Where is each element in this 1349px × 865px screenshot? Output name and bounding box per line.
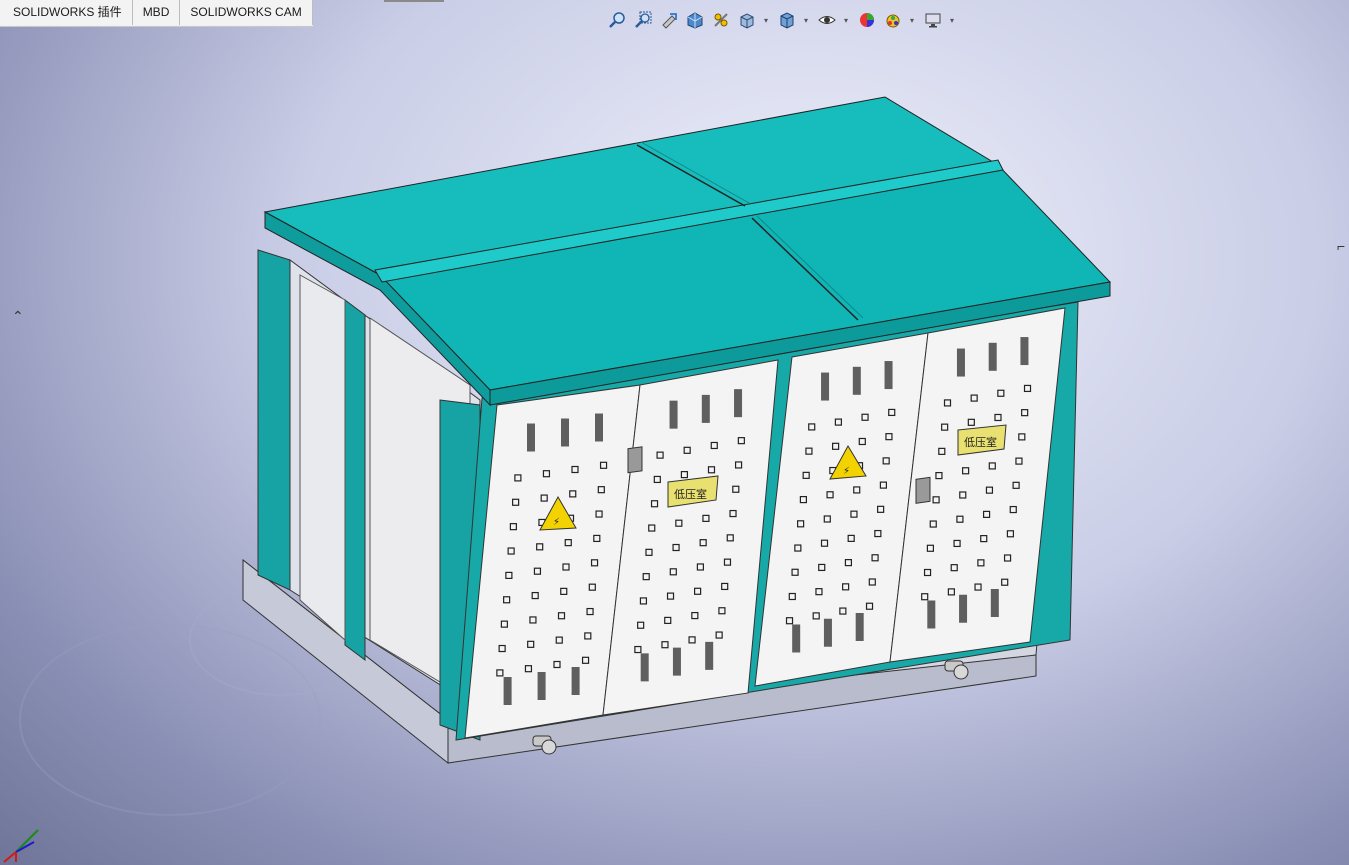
cursor-marker-right: ⌐ [1337,238,1346,254]
reference-triad [3,829,39,863]
door-handle-left[interactable] [627,446,643,474]
vent-slot [821,372,830,401]
vent-slot [672,647,681,676]
vent-slot [561,418,569,447]
door-handle-right[interactable] [915,476,931,504]
left-side-mullion [344,299,366,661]
vent-slot [669,400,678,429]
graphics-area[interactable]: ⚡ ⚡ 低压室 低压室 [0,0,1349,865]
left-corner-post [257,249,291,591]
vent-slot [537,672,546,700]
vent-slot [927,600,936,629]
vent-slot [734,389,743,418]
left-panel [299,274,346,642]
vent-slot [855,612,864,641]
vent-slot [884,361,893,390]
label-plate-left-text: 低压室 [674,487,707,501]
cursor-marker-left: ⌃ [12,308,24,324]
vent-slot [792,624,801,653]
substation-model[interactable]: ⚡ ⚡ 低压室 低压室 [0,0,1349,865]
lifting-lug-left-end [541,739,557,755]
floor-reflection [19,624,321,816]
vent-slot [988,342,997,371]
vent-slot [503,677,512,705]
vent-slot [990,588,999,617]
vent-slot [959,594,968,623]
vent-slot [571,667,580,695]
label-plate-right-text: 低压室 [964,435,997,449]
vent-slot [527,423,535,452]
vent-slot [595,413,603,442]
vent-slot [956,348,965,377]
lifting-lug-right-end [953,664,969,680]
warning-bolt-icon: ⚡ [553,517,560,528]
warning-bolt-icon: ⚡ [843,466,850,477]
vent-slot [701,394,710,423]
vent-slot [1020,337,1029,366]
vent-slot [640,653,649,682]
vent-slot [823,618,832,647]
vent-slot [705,641,714,670]
vent-slot [852,366,861,395]
